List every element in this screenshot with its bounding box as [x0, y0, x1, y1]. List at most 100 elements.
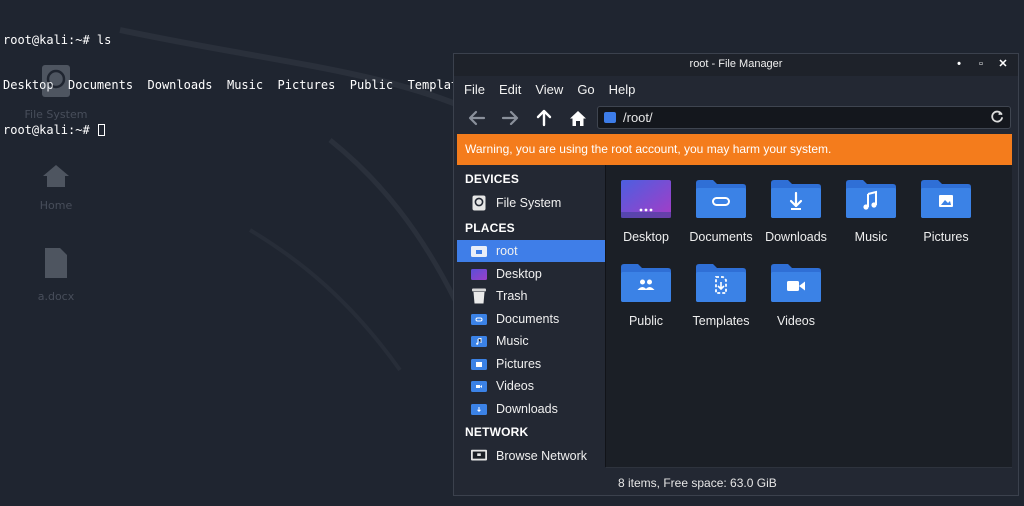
file-view[interactable]: Desktop Documents Downloads Music Pictur… — [606, 165, 1012, 467]
file-item-downloads[interactable]: Downloads — [758, 179, 834, 244]
menu-help[interactable]: Help — [609, 82, 636, 97]
sidebar-item-label: Videos — [496, 379, 534, 393]
network-icon — [471, 449, 487, 463]
drive-icon — [42, 65, 70, 97]
sidebar-item-label: Pictures — [496, 357, 542, 371]
terminal-prompt: root@kali:~# — [3, 123, 97, 137]
arrow-right-icon — [501, 110, 519, 126]
sidebar-item-downloads[interactable]: Downloads — [457, 398, 605, 420]
sidebar-item-videos[interactable]: Videos — [457, 375, 605, 397]
toolbar: /root/ — [454, 103, 1018, 133]
file-item-desktop[interactable]: Desktop — [608, 179, 684, 244]
menu-go[interactable]: Go — [577, 82, 594, 97]
reload-button[interactable] — [990, 110, 1004, 129]
desktop-icon-label: a.docx — [37, 290, 75, 303]
desktop-icon-label: File System — [24, 108, 88, 121]
sidebar-item-browse-network[interactable]: Browse Network — [457, 445, 605, 467]
sidebar-item-label: Documents — [496, 312, 560, 326]
sidebar-item-label: root — [496, 244, 518, 258]
terminal-cursor — [97, 124, 105, 136]
templates-folder-icon — [695, 263, 747, 303]
file-item-videos[interactable]: Videos — [758, 263, 834, 328]
file-item-label: Public — [628, 314, 664, 328]
home-folder-icon — [471, 244, 487, 258]
sidebar: DEVICES File System PLACES root Desktop … — [457, 167, 605, 467]
file-item-label: Templates — [692, 314, 750, 328]
videos-folder-icon — [770, 263, 822, 303]
sidebar-item-label: Trash — [496, 289, 528, 303]
window-controls: • ▫ ✕ — [954, 57, 1008, 71]
file-item-label: Documents — [689, 230, 753, 244]
pictures-folder-icon — [471, 357, 487, 371]
terminal-line-command: root@kali:~# ls — [3, 33, 112, 47]
home-folder-icon — [604, 112, 616, 123]
public-folder-icon — [620, 263, 672, 303]
sidebar-item-desktop[interactable]: Desktop — [457, 263, 605, 285]
documents-folder-icon — [471, 312, 487, 326]
desktop-icon-home[interactable]: Home — [11, 163, 101, 212]
downloads-folder-icon — [471, 402, 487, 416]
window-titlebar[interactable]: root - File Manager • ▫ ✕ — [454, 54, 1018, 76]
sidebar-item-label: Music — [496, 334, 529, 348]
home-button[interactable] — [567, 107, 589, 129]
trash-icon — [471, 288, 487, 304]
file-item-label: Downloads — [765, 230, 827, 244]
music-folder-icon — [845, 179, 897, 219]
pictures-folder-icon — [920, 179, 972, 219]
file-item-label: Desktop — [623, 230, 669, 244]
status-text: 8 items, Free space: 63.0 GiB — [618, 476, 777, 490]
location-path: /root/ — [623, 110, 653, 125]
file-item-documents[interactable]: Documents — [683, 179, 759, 244]
arrow-up-icon — [536, 109, 552, 127]
up-button[interactable] — [533, 107, 555, 129]
reload-icon — [991, 110, 1003, 123]
music-folder-icon — [471, 334, 487, 348]
maximize-button[interactable]: ▫ — [976, 57, 986, 71]
minimize-button[interactable]: • — [954, 57, 964, 71]
sidebar-item-music[interactable]: Music — [457, 330, 605, 352]
file-item-templates[interactable]: Templates — [683, 263, 759, 328]
places-header: PLACES — [465, 221, 515, 235]
file-manager-window: root - File Manager • ▫ ✕ File Edit View… — [453, 53, 1019, 496]
documents-folder-icon — [695, 179, 747, 219]
downloads-folder-icon — [770, 179, 822, 219]
sidebar-item-documents[interactable]: Documents — [457, 308, 605, 330]
desktop-icon-label: Home — [39, 199, 73, 212]
menubar: File Edit View Go Help — [454, 76, 1018, 103]
sidebar-item-label: File System — [496, 196, 562, 210]
videos-folder-icon — [471, 379, 487, 393]
window-title: root - File Manager — [689, 58, 783, 70]
back-button[interactable] — [466, 107, 488, 129]
menu-edit[interactable]: Edit — [499, 82, 521, 97]
file-item-pictures[interactable]: Pictures — [908, 179, 984, 244]
sidebar-item-label: Browse Network — [496, 449, 587, 463]
sidebar-item-label: Downloads — [496, 402, 558, 416]
menu-file[interactable]: File — [464, 82, 485, 97]
file-item-label: Music — [854, 230, 888, 244]
document-icon — [45, 248, 67, 278]
desktop-icon — [471, 267, 487, 281]
sidebar-item-pictures[interactable]: Pictures — [457, 353, 605, 375]
close-button[interactable]: ✕ — [998, 57, 1008, 71]
file-item-label: Videos — [777, 314, 815, 328]
location-bar[interactable]: /root/ — [597, 106, 1011, 129]
forward-button[interactable] — [499, 107, 521, 129]
desktop-icon-document[interactable]: a.docx — [11, 246, 101, 303]
sidebar-item-root[interactable]: root — [457, 240, 605, 262]
root-warning-banner: Warning, you are using the root account,… — [457, 134, 1012, 165]
sidebar-item-trash[interactable]: Trash — [457, 285, 605, 307]
home-icon — [43, 165, 69, 187]
arrow-left-icon — [468, 110, 486, 126]
terminal-line-prompt[interactable]: root@kali:~# — [3, 123, 530, 138]
drive-icon — [471, 195, 487, 211]
devices-header: DEVICES — [465, 172, 520, 186]
desktop-folder-icon — [620, 179, 672, 219]
network-header: NETWORK — [465, 425, 529, 439]
menu-view[interactable]: View — [535, 82, 563, 97]
file-item-public[interactable]: Public — [608, 263, 684, 328]
sidebar-item-file-system[interactable]: File System — [457, 192, 605, 214]
file-item-music[interactable]: Music — [833, 179, 909, 244]
file-item-label: Pictures — [923, 230, 969, 244]
home-icon — [570, 110, 586, 126]
desktop-icon-file-system[interactable]: File System — [11, 64, 101, 121]
